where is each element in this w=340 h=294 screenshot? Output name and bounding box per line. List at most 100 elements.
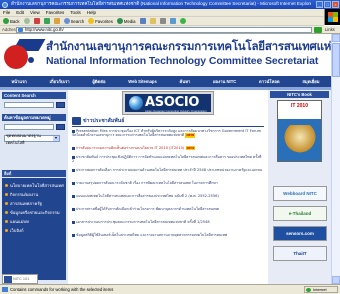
status-text: Contains commands for working with the s… [10, 287, 114, 292]
mail-button[interactable] [149, 18, 157, 25]
globe-icon [129, 96, 143, 110]
mail-icon [149, 18, 156, 24]
nitc-logo[interactable] [4, 37, 46, 74]
chevron-down-icon: ▼ [53, 136, 59, 141]
nav-about[interactable]: เกี่ยวกับเรา [50, 78, 70, 85]
close-icon[interactable]: × [332, 1, 339, 8]
bullet-icon [5, 228, 8, 232]
sidebar-item-label: กิจกรรม/ผลงาน [10, 191, 39, 197]
news-item[interactable]: ประชาสัมพันธ์ การประชุมเชิงปฏิบัติการ กา… [72, 155, 264, 164]
news-item[interactable]: ข้อมูลสถิติผู้ใช้อินเทอร์เน็ตในประเทศไทย… [72, 233, 264, 237]
back-button[interactable]: Back [2, 18, 21, 25]
sidebar-item-government-info[interactable]: สารสนเทศภาครัฐ [5, 200, 65, 206]
bullet-icon [5, 201, 8, 205]
news-item-text: ข้อมูลสถิติผู้ใช้อินเทอร์เน็ตในประเทศไทย… [76, 233, 228, 237]
nav-home[interactable]: หน้าแรก [11, 78, 26, 85]
nav-contact[interactable]: ผู้ติดต่อ [92, 78, 105, 85]
nitc-book-cover[interactable]: IT 2010 [277, 100, 322, 162]
partner-banner[interactable]: ThaiIT [273, 246, 327, 261]
bullet-icon [72, 155, 75, 159]
news-item-text: แผนแม่บทเทคโนโลยีสารสนเทศและการสื่อสารขอ… [76, 194, 219, 198]
new-badge: NEW [185, 133, 196, 138]
partner-banner[interactable]: Webboard NITC [273, 186, 327, 201]
sidebar-item-network[interactable]: ข้อมูลเครือข่ายและกิจกรรม [5, 209, 65, 215]
scroll-up-icon[interactable] [332, 34, 340, 42]
nav-sitemap[interactable]: Web Sitemaps [128, 79, 157, 84]
search-label: Search [70, 18, 85, 24]
edit-icon [169, 18, 176, 24]
minimize-icon[interactable]: _ [316, 1, 323, 8]
sidebar-item-masterplan[interactable]: แผนแม่บท [5, 218, 65, 224]
refresh-icon [43, 18, 50, 24]
maximize-icon[interactable]: □ [324, 1, 331, 8]
news-item[interactable]: การสัมมนาระดมความคิดเห็นต่อร่างกรอบนโยบา… [72, 146, 264, 151]
nav-guestbook[interactable]: สมุดเยี่ยม [302, 78, 319, 85]
print-button[interactable] [159, 18, 167, 25]
stop-icon [33, 18, 40, 24]
nitc-101-badge[interactable]: NITC 101 [2, 274, 38, 284]
menu-tools[interactable]: Tools [70, 10, 81, 15]
sidebar-item-policy[interactable]: นโยบายเทคโนโลยีสารสนเทศ [5, 182, 65, 188]
sidebar-item-weblinks[interactable]: เว็บลิงก์ [5, 227, 65, 233]
news-item[interactable]: ประกาศผลการคัดเลือก การประกวดผลงานด้านเท… [72, 168, 264, 172]
refresh-button[interactable] [43, 18, 51, 25]
bullet-icon [72, 233, 75, 237]
new-badge: NEW [185, 146, 196, 151]
messenger-button[interactable] [179, 18, 187, 25]
links-label[interactable]: Links [325, 27, 335, 32]
news-item[interactable]: ประกาศรายชื่อผู้ได้รับการคัดเลือกเข้าร่ว… [72, 207, 264, 211]
category-search-button[interactable] [56, 124, 65, 130]
menu-view[interactable]: View [30, 10, 40, 15]
content-search-button[interactable] [56, 102, 65, 108]
favorites-label: Favorites [95, 18, 113, 24]
vertical-scrollbar[interactable] [331, 34, 340, 284]
news-item-text: เอกสารประกอบการประชุมคณะกรรมการเทคโนโลยี… [76, 220, 210, 224]
news-item[interactable]: รายงานสรุปผลการสัมมนาระดับชาติ เรื่อง กา… [72, 181, 264, 185]
back-arrow-icon [3, 18, 9, 24]
menu-favorites[interactable]: Favorites [46, 10, 65, 15]
partner-banner[interactable]: sensors.com [273, 226, 327, 241]
sidebar-item-activities[interactable]: กิจกรรม/ผลงาน [5, 191, 65, 197]
category-select[interactable]: ชุดทดสอบมาตรฐานเทคโนโลยี ▼ [4, 133, 60, 145]
main-content: ASOCIO Asian-Oceanian Computing Industry… [70, 90, 266, 284]
menu-help[interactable]: Help [87, 10, 96, 15]
forward-button[interactable] [23, 18, 31, 25]
category-search-input[interactable] [4, 124, 54, 130]
nav-download[interactable]: ดาวน์โหลด [259, 78, 280, 85]
search-button[interactable]: Search [63, 18, 86, 25]
home-button[interactable] [53, 18, 61, 25]
nitc-book-heading: NITC's Book [270, 91, 329, 98]
go-button[interactable] [314, 26, 322, 33]
book-cover-image [282, 125, 318, 155]
content-search-input[interactable] [4, 102, 54, 108]
menu-file[interactable]: File [3, 10, 10, 15]
nav-works[interactable]: ผลงาน NITC [213, 78, 236, 85]
scrollbar-thumb[interactable] [332, 43, 340, 77]
window-title-bar: สำนักงานเลขานุการคณะกรรมการเทคโนโลยีสารส… [0, 0, 340, 9]
partner-banner[interactable]: e-Thailand [273, 206, 327, 221]
news-item[interactable]: เอกสารประกอบการประชุมคณะกรรมการเทคโนโลยี… [72, 220, 264, 224]
nav-search[interactable]: ค้นหา [180, 78, 191, 85]
menu-edit[interactable]: Edit [16, 10, 24, 15]
history-button[interactable] [139, 18, 147, 25]
sidebar-item-label: สารสนเทศภาครัฐ [10, 200, 42, 206]
address-label: Address [2, 27, 18, 32]
security-zone: Internet [304, 286, 338, 293]
news-item[interactable]: Presentation Files การประชุมเรื่อง ICT ส… [72, 129, 264, 138]
scroll-down-icon[interactable] [332, 276, 340, 284]
edit-button[interactable] [169, 18, 177, 25]
media-label: Media [123, 18, 136, 24]
star-icon [88, 18, 95, 24]
search-icon [63, 18, 70, 24]
address-input[interactable]: http://www.nitc.go.th/ [16, 26, 312, 33]
favorites-button[interactable]: Favorites [87, 18, 114, 25]
left-sidebar: Content Search ค้นหาข้อมูลตามหมวดหมู่ ชุ… [0, 90, 68, 284]
status-bar: Contains commands for working with the s… [0, 284, 340, 294]
site-title-thai: สำนักงานเลขานุการคณะกรรมการเทคโนโลยีสารส… [46, 39, 331, 53]
bullet-icon [5, 219, 8, 223]
media-button[interactable]: Media [116, 18, 137, 25]
news-item[interactable]: แผนแม่บทเทคโนโลยีสารสนเทศและการสื่อสารขอ… [72, 194, 264, 198]
stop-button[interactable] [33, 18, 41, 25]
asocio-banner[interactable]: ASOCIO Asian-Oceanian Computing Industry… [123, 92, 213, 114]
home-icon [53, 18, 60, 24]
